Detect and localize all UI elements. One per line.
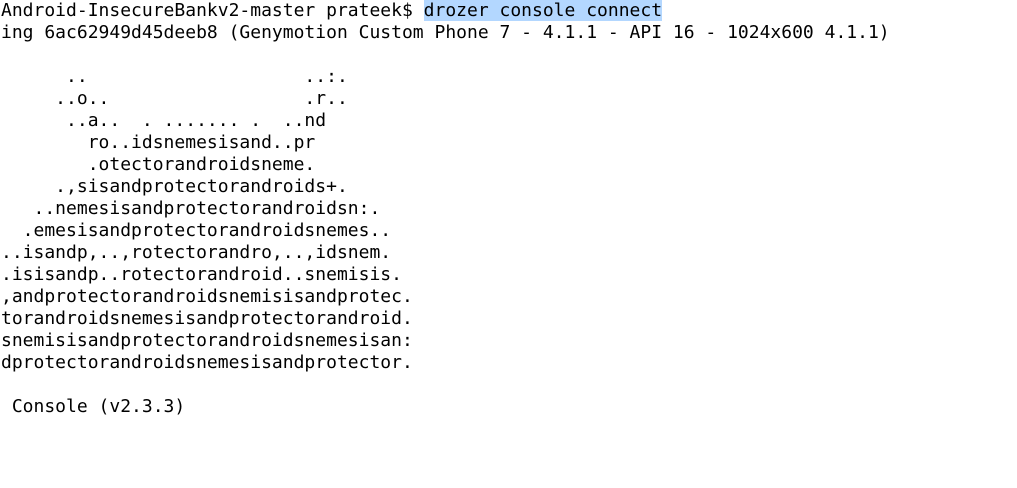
- ascii-banner-line: torandroidsnemesisandprotectorandroid.: [1, 308, 413, 329]
- ascii-banner-line: dprotectorandroidsnemesisandprotector.: [1, 352, 413, 373]
- ascii-banner-line: .otectorandroidsneme.: [1, 154, 316, 175]
- ascii-banner-line: .isisandp..rotectorandroid..snemisis.: [1, 264, 402, 285]
- ascii-banner-line: ..o.. .r..: [1, 88, 348, 109]
- ascii-banner-line: .,sisandprotectorandroids+.: [1, 176, 348, 197]
- connection-info: ing 6ac62949d45deeb8 (Genymotion Custom …: [1, 22, 890, 43]
- selected-command[interactable]: drozer console connect: [423, 0, 663, 21]
- ascii-banner-line: ..nemesisandprotectorandroidsn:.: [1, 198, 381, 219]
- ascii-banner-line: ..a.. . ....... . ..nd: [1, 110, 327, 131]
- ascii-banner-line: .. ..:.: [1, 66, 348, 87]
- ascii-banner-line: ..isandp,..,rotectorandro,..,idsnem.: [1, 242, 392, 263]
- ascii-banner-line: snemisisandprotectorandroidsnemesisan:: [1, 330, 413, 351]
- terminal-output[interactable]: Android-InsecureBankv2-master prateek$ d…: [0, 0, 1017, 418]
- ascii-banner-line: ,andprotectorandroidsnemisisandprotec.: [1, 286, 413, 307]
- command-line: Android-InsecureBankv2-master prateek$ d…: [1, 0, 1017, 22]
- console-version: Console (v2.3.3): [1, 396, 186, 417]
- ascii-banner-line: .emesisandprotectorandroidsnemes..: [1, 220, 392, 241]
- ascii-banner-line: ro..idsnemesisand..pr: [1, 132, 316, 153]
- shell-prompt: Android-InsecureBankv2-master prateek$: [1, 0, 424, 21]
